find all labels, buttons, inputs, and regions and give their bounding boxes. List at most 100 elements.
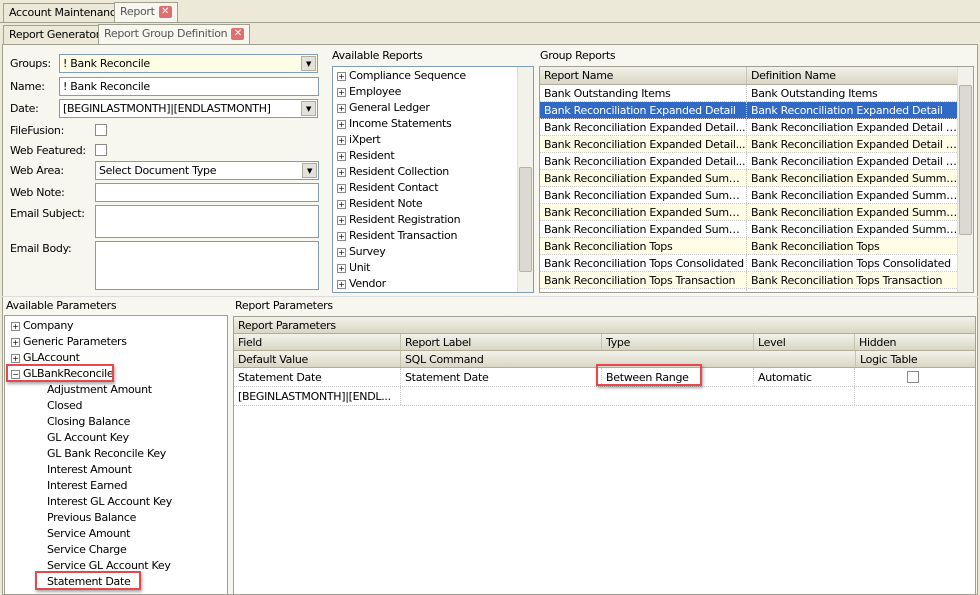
web-area-dropdown[interactable]: Select Document Type ▼ (95, 161, 319, 180)
cell-definition-name[interactable] (747, 289, 959, 292)
cell-hidden[interactable] (855, 368, 975, 386)
cell-definition-name[interactable]: Bank Outstanding Items (747, 85, 959, 101)
list-item[interactable]: + Resident Contact (333, 180, 533, 196)
column-header-report-label[interactable]: Report Label (401, 334, 602, 350)
group-reports-grid[interactable]: Report Name Definition Name Bank Outstand… (539, 66, 974, 293)
cell-report-name[interactable]: Bank Outstanding Items (540, 85, 747, 101)
tree-leaf[interactable]: GL Account Key (5, 430, 227, 446)
cell-definition-name[interactable]: Bank Reconciliation Expanded Summa... (747, 204, 959, 220)
expand-icon[interactable]: + (337, 87, 346, 97)
cell-level[interactable]: Automatic (754, 368, 855, 386)
cell-report-name[interactable] (540, 289, 747, 292)
email-body-input[interactable] (95, 241, 319, 290)
cell-report-name[interactable]: Bank Reconciliation Tops Consolidated (540, 255, 747, 271)
table-row[interactable] (540, 289, 959, 292)
scrollbar-thumb[interactable] (959, 85, 972, 235)
list-item[interactable]: + Survey (333, 244, 533, 260)
close-icon[interactable]: ✕ (231, 28, 245, 40)
tree-leaf[interactable]: Closed (5, 398, 227, 414)
column-header-hidden[interactable]: Hidden (855, 334, 975, 350)
chevron-down-icon[interactable]: ▼ (302, 163, 317, 178)
expand-icon[interactable]: + (11, 321, 20, 331)
tree-leaf[interactable]: Closing Balance (5, 414, 227, 430)
list-item[interactable]: + Resident Note (333, 196, 533, 212)
cell-definition-name[interactable]: Bank Reconciliation Tops (747, 238, 959, 254)
column-header-logic-table[interactable]: Logic Table (855, 351, 975, 367)
date-dropdown[interactable]: [BEGINLASTMONTH]|[ENDLASTMONTH] ▼ (59, 99, 318, 118)
tab-report[interactable]: Report ✕ (114, 2, 178, 23)
list-item[interactable]: + General Ledger (333, 100, 533, 116)
table-row[interactable]: Bank Reconciliation Expanded Detail... Ba… (540, 136, 959, 153)
table-row[interactable]: Bank Reconciliation Expanded Detail Bank … (540, 102, 959, 119)
web-featured-checkbox[interactable] (95, 144, 107, 156)
list-item[interactable]: + Vendor (333, 276, 533, 292)
list-item[interactable]: + Compliance Sequence (333, 68, 533, 84)
expand-icon[interactable]: + (337, 71, 346, 81)
cell-definition-name[interactable]: Bank Reconciliation Expanded Summa... (747, 187, 959, 203)
cell-report-name[interactable]: Bank Reconciliation Expanded Summ... (540, 187, 747, 203)
column-header-level[interactable]: Level (754, 334, 855, 350)
tree-node[interactable]: + Generic Parameters (5, 334, 227, 350)
cell-definition-name[interactable]: Bank Reconciliation Expanded Summa... (747, 170, 959, 186)
expand-icon[interactable]: + (337, 279, 346, 289)
available-reports-tree[interactable]: + Compliance Sequence + Employee + General Le… (332, 66, 534, 293)
expand-icon[interactable]: + (337, 151, 346, 161)
tree-leaf[interactable]: Interest Earned (5, 478, 227, 494)
expand-icon[interactable]: + (11, 337, 20, 347)
cell-definition-name[interactable]: Bank Reconciliation Expanded Detail (747, 102, 959, 118)
name-input[interactable]: ! Bank Reconcile (59, 77, 319, 96)
cell-report-name[interactable]: Bank Reconciliation Expanded Summ... (540, 170, 747, 186)
table-row[interactable]: Bank Reconciliation Expanded Summ... Bank… (540, 204, 959, 221)
expand-icon[interactable]: + (337, 103, 346, 113)
filefusion-checkbox[interactable] (95, 124, 107, 136)
email-subject-input[interactable] (95, 205, 319, 238)
column-header-default-value[interactable]: Default Value (234, 351, 401, 367)
column-header-field[interactable]: Field (234, 334, 401, 350)
cell-report-name[interactable]: Bank Reconciliation Expanded Detail (540, 102, 747, 118)
cell-definition-name[interactable]: Bank Reconciliation Tops Transaction (747, 272, 959, 288)
list-item[interactable]: + Resident Transaction (333, 228, 533, 244)
column-header-report-name[interactable]: Report Name (540, 67, 747, 84)
list-item[interactable]: + Income Statements (333, 116, 533, 132)
tree-leaf[interactable]: GL Bank Reconcile Key (5, 446, 227, 462)
cell-logic-table[interactable] (855, 387, 975, 405)
table-row[interactable]: Bank Reconciliation Expanded Summ... Bank… (540, 221, 959, 238)
cell-definition-name[interactable]: Bank Reconciliation Expanded Detail C... (747, 119, 959, 135)
cell-definition-name[interactable]: Bank Reconciliation Expanded Detail T... (747, 153, 959, 169)
table-row[interactable]: Bank Reconciliation Expanded Detail... Ba… (540, 153, 959, 170)
expand-icon[interactable]: + (337, 247, 346, 257)
tab-report-group-definition[interactable]: Report Group Definition ✕ (98, 24, 251, 45)
cell-report-name[interactable]: Bank Reconciliation Tops Transaction (540, 272, 747, 288)
expand-icon[interactable]: + (11, 353, 20, 363)
cell-definition-name[interactable]: Bank Reconciliation Expanded Detail C... (747, 136, 959, 152)
list-item[interactable]: + Resident Collection (333, 164, 533, 180)
web-note-input[interactable] (95, 183, 319, 202)
available-parameters-tree[interactable]: + Company + Generic Parameters + GLAccount − GL… (4, 315, 228, 595)
cell-report-name[interactable]: Bank Reconciliation Expanded Summ... (540, 204, 747, 220)
chevron-down-icon[interactable]: ▼ (301, 56, 316, 71)
tree-leaf[interactable]: Service Charge (5, 542, 227, 558)
scrollbar[interactable] (517, 67, 533, 292)
cell-definition-name[interactable]: Bank Reconciliation Expanded Summa... (747, 221, 959, 237)
expand-icon[interactable]: + (337, 215, 346, 225)
tab-account-maintenance[interactable]: Account Maintenance (3, 3, 129, 22)
cell-sql-command[interactable] (401, 387, 855, 405)
chevron-down-icon[interactable]: ▼ (301, 101, 316, 116)
tree-leaf[interactable]: Interest Amount (5, 462, 227, 478)
cell-report-name[interactable]: Bank Reconciliation Expanded Detail... (540, 119, 747, 135)
table-row[interactable]: Bank Outstanding Items Bank Outstanding I… (540, 85, 959, 102)
cell-definition-name[interactable]: Bank Reconciliation Tops Consolidated (747, 255, 959, 271)
expand-icon[interactable]: + (337, 263, 346, 273)
expand-icon[interactable]: + (337, 183, 346, 193)
cell-report-name[interactable]: Bank Reconciliation Tops (540, 238, 747, 254)
table-row[interactable]: Bank Reconciliation Tops Bank Reconciliat… (540, 238, 959, 255)
tree-leaf[interactable]: Adjustment Amount (5, 382, 227, 398)
scrollbar[interactable] (957, 67, 973, 292)
cell-field[interactable]: Statement Date (234, 368, 401, 386)
expand-icon[interactable]: + (337, 135, 346, 145)
list-item[interactable]: + Employee (333, 84, 533, 100)
close-icon[interactable]: ✕ (158, 6, 172, 18)
report-parameters-grid[interactable]: Report Parameters Field Report Label Typ… (233, 316, 976, 595)
cell-default-value[interactable]: [BEGINLASTMONTH]|[ENDL... (234, 387, 401, 405)
groups-dropdown[interactable]: ! Bank Reconcile ▼ (59, 54, 318, 73)
